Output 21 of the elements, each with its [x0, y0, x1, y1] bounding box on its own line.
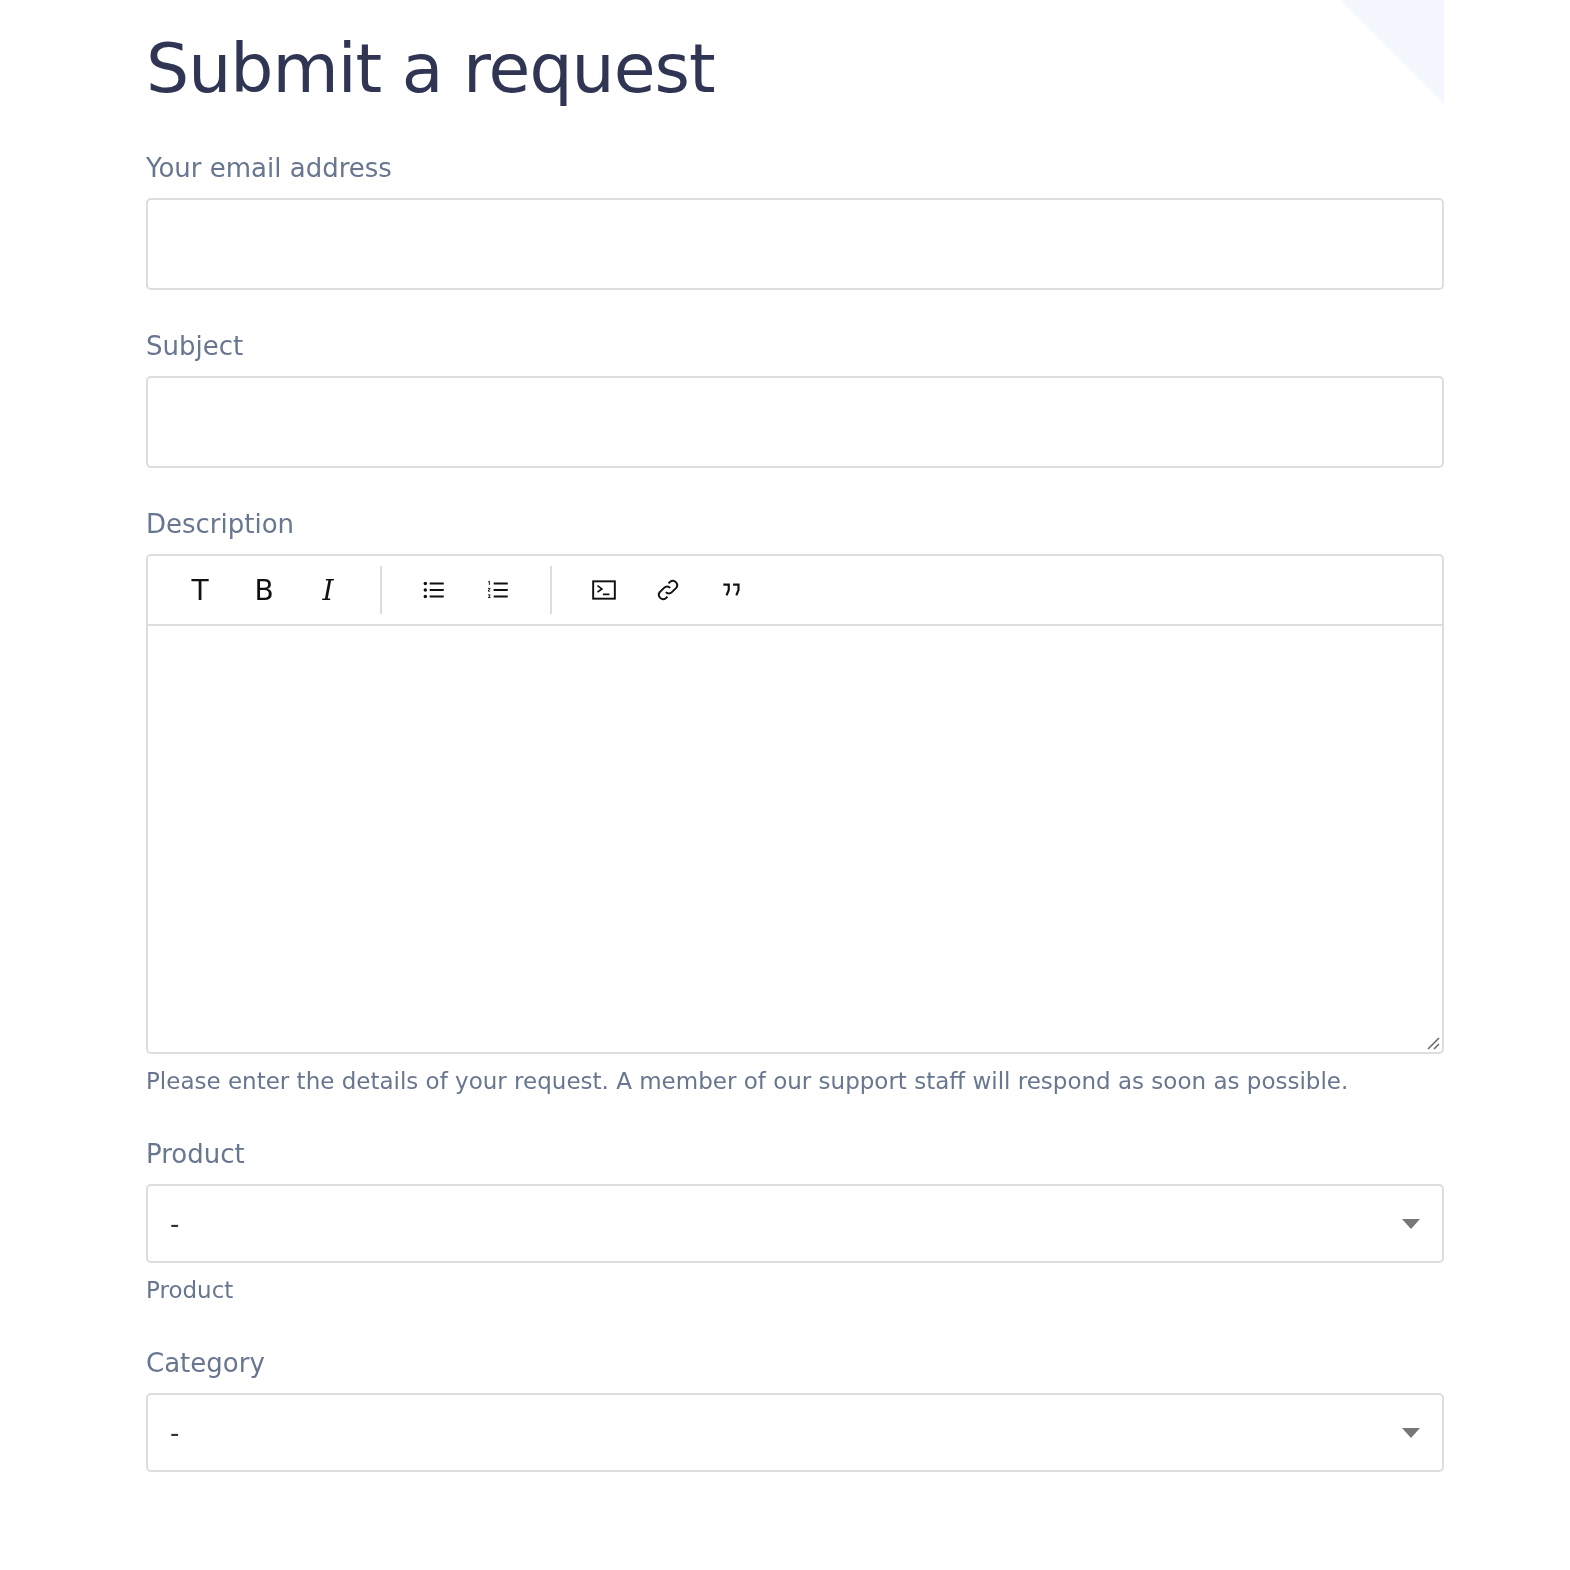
text-editor[interactable]: T B I: [146, 554, 1444, 1054]
caret-icon: [1402, 1218, 1420, 1229]
caret-icon: [1402, 1427, 1420, 1438]
dropdown-select[interactable]: -: [146, 1184, 1444, 1263]
field-hint: Product: [146, 1276, 235, 1305]
input-field[interactable]: [146, 376, 1444, 468]
page-title: Submit a request: [146, 28, 716, 110]
dropdown-select[interactable]: -: [146, 1393, 1444, 1472]
bold-button[interactable]: B: [244, 570, 284, 610]
field-label: Description: [146, 508, 296, 541]
input-field[interactable]: [146, 198, 1444, 290]
field-label: Category: [146, 1347, 266, 1380]
code-block-icon[interactable]: [591, 577, 617, 603]
field-hint: Please enter the details of your request. A member of our support staff will respond as soon as possible.: [146, 1067, 1350, 1096]
resize-handle-icon[interactable]: [1426, 1036, 1440, 1050]
field-label: Product: [146, 1138, 246, 1171]
text-style-button[interactable]: T: [180, 570, 220, 610]
field-label: Subject: [146, 330, 245, 363]
link-icon[interactable]: [655, 577, 681, 603]
field-label: Your email address: [146, 152, 393, 185]
italic-button[interactable]: I: [308, 570, 348, 610]
